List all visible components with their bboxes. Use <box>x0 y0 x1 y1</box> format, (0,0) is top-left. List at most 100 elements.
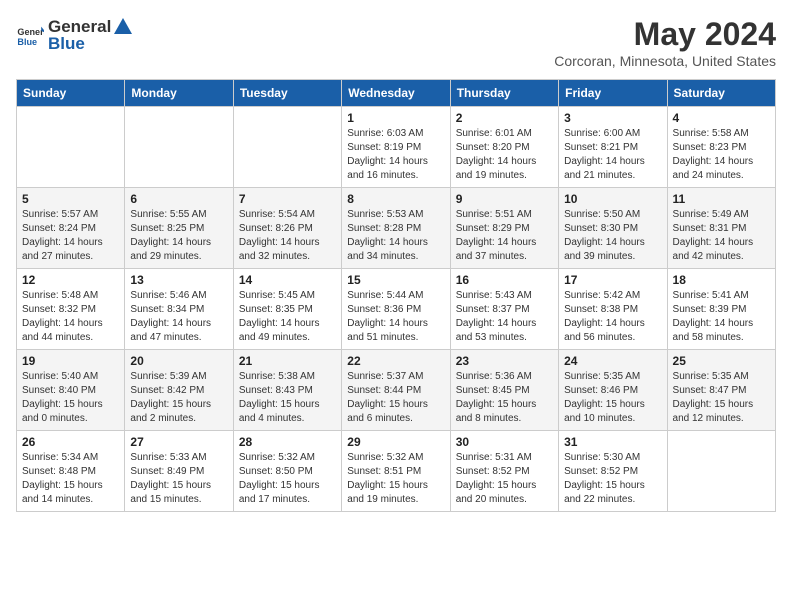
table-row: 23Sunrise: 5:36 AM Sunset: 8:45 PM Dayli… <box>450 350 558 431</box>
day-info: Sunrise: 5:32 AM Sunset: 8:51 PM Dayligh… <box>347 451 444 507</box>
table-row <box>233 107 341 188</box>
day-info: Sunrise: 5:54 AM Sunset: 8:26 PM Dayligh… <box>239 208 336 264</box>
day-number: 12 <box>22 273 119 287</box>
day-number: 10 <box>564 192 661 206</box>
col-tuesday: Tuesday <box>233 80 341 107</box>
day-number: 4 <box>673 111 770 125</box>
table-row: 22Sunrise: 5:37 AM Sunset: 8:44 PM Dayli… <box>342 350 450 431</box>
day-number: 14 <box>239 273 336 287</box>
day-number: 16 <box>456 273 553 287</box>
svg-text:Blue: Blue <box>17 37 37 47</box>
logo-icon: General Blue <box>16 21 44 49</box>
day-info: Sunrise: 6:01 AM Sunset: 8:20 PM Dayligh… <box>456 127 553 183</box>
day-info: Sunrise: 5:34 AM Sunset: 8:48 PM Dayligh… <box>22 451 119 507</box>
table-row: 30Sunrise: 5:31 AM Sunset: 8:52 PM Dayli… <box>450 431 558 512</box>
title-block: May 2024 Corcoran, Minnesota, United Sta… <box>554 16 776 69</box>
table-row: 20Sunrise: 5:39 AM Sunset: 8:42 PM Dayli… <box>125 350 233 431</box>
day-info: Sunrise: 5:46 AM Sunset: 8:34 PM Dayligh… <box>130 289 227 345</box>
day-number: 15 <box>347 273 444 287</box>
table-row <box>125 107 233 188</box>
table-row: 3Sunrise: 6:00 AM Sunset: 8:21 PM Daylig… <box>559 107 667 188</box>
day-number: 27 <box>130 435 227 449</box>
table-row: 29Sunrise: 5:32 AM Sunset: 8:51 PM Dayli… <box>342 431 450 512</box>
calendar-week-row: 12 Sunrise: 5:48 AM Sunset: 8:32 PM Dayli… <box>17 269 776 350</box>
day-info: Sunrise: 5:32 AM Sunset: 8:50 PM Dayligh… <box>239 451 336 507</box>
day-number: 3 <box>564 111 661 125</box>
table-row: 12 Sunrise: 5:48 AM Sunset: 8:32 PM Dayli… <box>17 269 125 350</box>
day-number: 11 <box>673 192 770 206</box>
table-row: 4 Sunrise: 5:58 AM Sunset: 8:23 PM Daylig… <box>667 107 775 188</box>
day-number: 6 <box>130 192 227 206</box>
day-info: Sunrise: 5:57 AM Sunset: 8:24 PM Dayligh… <box>22 208 119 264</box>
table-row: 14 Sunrise: 5:45 AM Sunset: 8:35 PM Dayli… <box>233 269 341 350</box>
svg-text:General: General <box>17 27 44 37</box>
day-info: Sunrise: 5:38 AM Sunset: 8:43 PM Dayligh… <box>239 370 336 426</box>
day-info: Sunrise: 5:50 AM Sunset: 8:30 PM Dayligh… <box>564 208 661 264</box>
table-row <box>17 107 125 188</box>
day-number: 8 <box>347 192 444 206</box>
day-number: 2 <box>456 111 553 125</box>
table-row: 17 Sunrise: 5:42 AM Sunset: 8:38 PM Dayli… <box>559 269 667 350</box>
day-info: Sunrise: 5:31 AM Sunset: 8:52 PM Dayligh… <box>456 451 553 507</box>
table-row: 10 Sunrise: 5:50 AM Sunset: 8:30 PM Dayli… <box>559 188 667 269</box>
day-number: 18 <box>673 273 770 287</box>
day-number: 9 <box>456 192 553 206</box>
day-number: 17 <box>564 273 661 287</box>
calendar-header-row: Sunday Monday Tuesday Wednesday Thursday… <box>17 80 776 107</box>
table-row <box>667 431 775 512</box>
table-row: 26 Sunrise: 5:34 AM Sunset: 8:48 PM Dayli… <box>17 431 125 512</box>
day-info: Sunrise: 5:53 AM Sunset: 8:28 PM Dayligh… <box>347 208 444 264</box>
table-row: 7Sunrise: 5:54 AM Sunset: 8:26 PM Daylig… <box>233 188 341 269</box>
page-header: General Blue General Blue May 2024 Corco… <box>16 16 776 69</box>
table-row: 1Sunrise: 6:03 AM Sunset: 8:19 PM Daylig… <box>342 107 450 188</box>
table-row: 18 Sunrise: 5:41 AM Sunset: 8:39 PM Dayli… <box>667 269 775 350</box>
table-row: 2 Sunrise: 6:01 AM Sunset: 8:20 PM Daylig… <box>450 107 558 188</box>
day-info: Sunrise: 5:35 AM Sunset: 8:46 PM Dayligh… <box>564 370 661 426</box>
col-friday: Friday <box>559 80 667 107</box>
table-row: 21 Sunrise: 5:38 AM Sunset: 8:43 PM Dayli… <box>233 350 341 431</box>
col-sunday: Sunday <box>17 80 125 107</box>
day-number: 26 <box>22 435 119 449</box>
table-row: 13 Sunrise: 5:46 AM Sunset: 8:34 PM Dayli… <box>125 269 233 350</box>
table-row: 15Sunrise: 5:44 AM Sunset: 8:36 PM Dayli… <box>342 269 450 350</box>
logo-triangle-icon <box>112 16 134 38</box>
day-number: 21 <box>239 354 336 368</box>
day-info: Sunrise: 5:58 AM Sunset: 8:23 PM Dayligh… <box>673 127 770 183</box>
day-info: Sunrise: 5:48 AM Sunset: 8:32 PM Dayligh… <box>22 289 119 345</box>
calendar-table: Sunday Monday Tuesday Wednesday Thursday… <box>16 79 776 512</box>
day-info: Sunrise: 5:41 AM Sunset: 8:39 PM Dayligh… <box>673 289 770 345</box>
table-row: 27Sunrise: 5:33 AM Sunset: 8:49 PM Dayli… <box>125 431 233 512</box>
day-number: 13 <box>130 273 227 287</box>
day-info: Sunrise: 5:45 AM Sunset: 8:35 PM Dayligh… <box>239 289 336 345</box>
logo: General Blue General Blue <box>16 16 135 54</box>
calendar-week-row: 1Sunrise: 6:03 AM Sunset: 8:19 PM Daylig… <box>17 107 776 188</box>
calendar-week-row: 5Sunrise: 5:57 AM Sunset: 8:24 PM Daylig… <box>17 188 776 269</box>
day-number: 19 <box>22 354 119 368</box>
day-number: 22 <box>347 354 444 368</box>
day-info: Sunrise: 5:55 AM Sunset: 8:25 PM Dayligh… <box>130 208 227 264</box>
table-row: 9Sunrise: 5:51 AM Sunset: 8:29 PM Daylig… <box>450 188 558 269</box>
day-number: 1 <box>347 111 444 125</box>
table-row: 16 Sunrise: 5:43 AM Sunset: 8:37 PM Dayli… <box>450 269 558 350</box>
calendar-week-row: 26 Sunrise: 5:34 AM Sunset: 8:48 PM Dayli… <box>17 431 776 512</box>
day-info: Sunrise: 5:36 AM Sunset: 8:45 PM Dayligh… <box>456 370 553 426</box>
table-row: 8 Sunrise: 5:53 AM Sunset: 8:28 PM Daylig… <box>342 188 450 269</box>
col-monday: Monday <box>125 80 233 107</box>
day-number: 20 <box>130 354 227 368</box>
day-info: Sunrise: 5:43 AM Sunset: 8:37 PM Dayligh… <box>456 289 553 345</box>
day-number: 31 <box>564 435 661 449</box>
table-row: 19 Sunrise: 5:40 AM Sunset: 8:40 PM Dayli… <box>17 350 125 431</box>
table-row: 25Sunrise: 5:35 AM Sunset: 8:47 PM Dayli… <box>667 350 775 431</box>
table-row: 31 Sunrise: 5:30 AM Sunset: 8:52 PM Dayli… <box>559 431 667 512</box>
col-thursday: Thursday <box>450 80 558 107</box>
col-wednesday: Wednesday <box>342 80 450 107</box>
location-subtitle: Corcoran, Minnesota, United States <box>554 53 776 69</box>
day-info: Sunrise: 5:42 AM Sunset: 8:38 PM Dayligh… <box>564 289 661 345</box>
calendar-week-row: 19 Sunrise: 5:40 AM Sunset: 8:40 PM Dayli… <box>17 350 776 431</box>
col-saturday: Saturday <box>667 80 775 107</box>
day-info: Sunrise: 5:40 AM Sunset: 8:40 PM Dayligh… <box>22 370 119 426</box>
table-row: 24Sunrise: 5:35 AM Sunset: 8:46 PM Dayli… <box>559 350 667 431</box>
day-info: Sunrise: 5:30 AM Sunset: 8:52 PM Dayligh… <box>564 451 661 507</box>
table-row: 11Sunrise: 5:49 AM Sunset: 8:31 PM Dayli… <box>667 188 775 269</box>
table-row: 6 Sunrise: 5:55 AM Sunset: 8:25 PM Daylig… <box>125 188 233 269</box>
